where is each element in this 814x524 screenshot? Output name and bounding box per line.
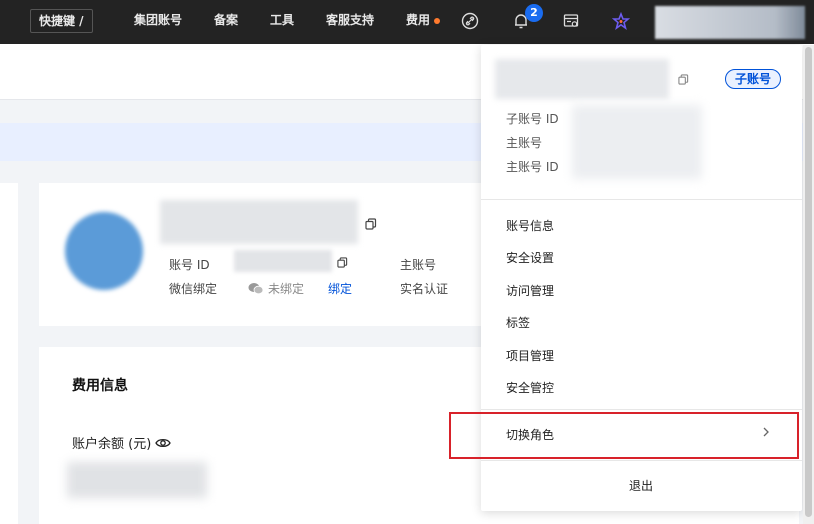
account-id-redacted [234, 250, 332, 272]
top-navbar: 快捷键 / 集团账号 备案 工具 客服支持 费用 2 [0, 0, 814, 44]
link-icon[interactable] [460, 11, 480, 31]
main-account-label: 主账号 [400, 258, 437, 272]
menu-project-management[interactable]: 项目管理 [506, 347, 554, 364]
account-name-redacted [160, 200, 358, 244]
dropdown-divider [481, 460, 802, 461]
sub-account-id-label: 子账号 ID [506, 112, 559, 126]
billing-dot [434, 17, 441, 24]
page-scrollbar[interactable] [803, 45, 814, 524]
dropdown-divider [481, 199, 802, 200]
sub-account-tag: 子账号 [725, 69, 782, 89]
copy-icon[interactable] [365, 218, 377, 230]
wechat-icon [248, 283, 264, 295]
quick-key-button[interactable]: 快捷键 / [30, 9, 93, 33]
realname-label: 实名认证 [400, 282, 449, 296]
console-icon[interactable] [561, 11, 581, 31]
bind-wechat-link[interactable]: 绑定 [328, 280, 352, 297]
scrollbar-thumb[interactable] [805, 47, 812, 517]
wechat-status-text: 未绑定 [268, 282, 305, 296]
highlight-box [449, 412, 799, 459]
balance-label-text: 账户余额 (元) [72, 437, 152, 452]
logo-icon[interactable] [611, 11, 631, 31]
dropdown-divider [481, 409, 802, 410]
dropdown-account-name-redacted [495, 59, 669, 99]
nav-tools[interactable]: 工具 [270, 12, 294, 28]
wechat-status: 未绑定 [248, 280, 304, 297]
fee-card-title: 费用信息 [72, 378, 128, 394]
nav-billing-label: 费用 [406, 13, 431, 27]
menu-access-management[interactable]: 访问管理 [506, 282, 554, 299]
nav-billing[interactable]: 费用 [406, 12, 441, 28]
menu-security-control[interactable]: 安全管控 [506, 379, 554, 396]
nav-filing[interactable]: 备案 [214, 12, 238, 28]
account-id-label: 账号 ID [169, 258, 210, 272]
left-panel [0, 183, 18, 524]
main-account-meta-label: 主账号 [506, 136, 543, 150]
eye-icon[interactable] [155, 437, 172, 449]
user-avatar-menu[interactable] [655, 6, 805, 39]
menu-account-info[interactable]: 账号信息 [506, 217, 554, 234]
avatar [65, 212, 143, 290]
copy-id-icon[interactable] [337, 257, 348, 268]
balance-value-redacted [67, 462, 207, 498]
wechat-label: 微信绑定 [169, 282, 218, 296]
nav-group-account[interactable]: 集团账号 [134, 12, 182, 28]
nav-support[interactable]: 客服支持 [326, 12, 374, 28]
dropdown-copy-icon[interactable] [678, 74, 689, 85]
menu-security-settings[interactable]: 安全设置 [506, 249, 554, 266]
main-account-id-label: 主账号 ID [506, 160, 559, 174]
balance-label: 账户余额 (元) [72, 433, 172, 452]
dropdown-meta-redacted [572, 105, 702, 179]
notification-badge: 2 [525, 4, 543, 22]
logout-button[interactable]: 退出 [629, 477, 653, 494]
menu-tags[interactable]: 标签 [506, 314, 530, 331]
